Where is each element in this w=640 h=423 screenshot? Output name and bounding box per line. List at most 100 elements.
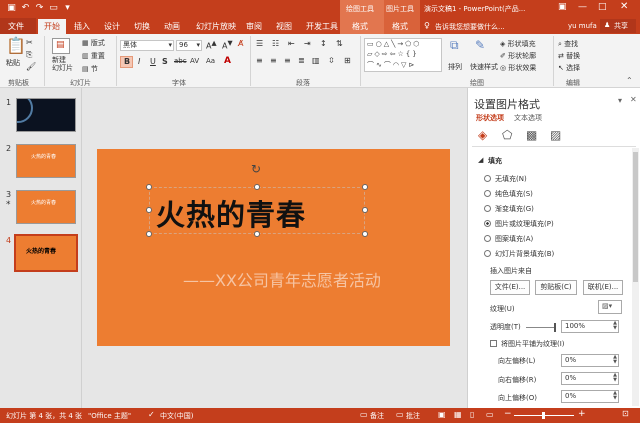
undo-icon[interactable]: ↶	[20, 3, 31, 14]
align-right-icon[interactable]: ≡	[284, 56, 291, 65]
reading-view-icon[interactable]: ▯	[470, 410, 474, 419]
tab-home[interactable]: 开始	[38, 19, 66, 34]
new-slide-button[interactable]: ▤	[52, 38, 70, 54]
slide-sorter-icon[interactable]: ▦	[454, 410, 462, 419]
resize-handle[interactable]	[254, 231, 260, 237]
clipboard-button[interactable]: 剪贴板(C)	[535, 280, 577, 295]
cut-icon[interactable]: ✂	[26, 38, 33, 47]
shapes-gallery[interactable]: ▭○△╲→⬠⬡ ▱◇⇨⇦☆{} ⌒∿⌒◠▽⊳	[364, 38, 442, 72]
tab-slideshow[interactable]: 幻灯片放映	[196, 21, 236, 32]
redo-icon[interactable]: ↷	[34, 3, 45, 14]
shape-fill-button[interactable]: ◈ 形状填充	[500, 39, 536, 49]
reset-button[interactable]: ▥ 重置	[82, 51, 105, 61]
maximize-icon[interactable]: □	[598, 2, 607, 12]
zoom-in-icon[interactable]: +	[578, 409, 586, 419]
fill-section-header[interactable]: 填充	[488, 156, 502, 166]
texture-picker[interactable]: ▨▾	[598, 300, 622, 314]
spinner-arrows-icon[interactable]: ▲ ▼	[613, 373, 617, 383]
spinner-arrows-icon[interactable]: ▲ ▼	[613, 321, 617, 331]
slider-thumb[interactable]	[554, 323, 556, 332]
tab-format-drawing[interactable]: 格式	[340, 18, 384, 34]
spinner-arrows-icon[interactable]: ▲ ▼	[613, 355, 617, 365]
slide-subtitle[interactable]: ——XX公司青年志愿者活动	[183, 267, 381, 291]
resize-handle[interactable]	[362, 231, 368, 237]
change-case-button[interactable]: Aa	[206, 57, 215, 65]
resize-handle[interactable]	[362, 207, 368, 213]
copy-icon[interactable]: ⎘	[26, 50, 32, 60]
tell-me-input[interactable]: 告诉我您想要做什么...	[435, 22, 505, 32]
tab-developer[interactable]: 开发工具	[306, 21, 338, 32]
resize-handle[interactable]	[146, 207, 152, 213]
justify-icon[interactable]: ≣	[298, 56, 305, 65]
increase-indent-icon[interactable]: ⇥	[304, 39, 311, 48]
slide-thumbnail-3[interactable]: 火热的青春	[16, 190, 76, 224]
underline-button[interactable]: U	[150, 57, 156, 66]
offset-left-input[interactable]: 0% ▲ ▼	[561, 354, 619, 367]
find-button[interactable]: ⌕ 查找	[558, 39, 578, 49]
italic-button[interactable]: I	[138, 57, 140, 66]
grow-font-icon[interactable]: A▲	[206, 39, 217, 51]
spellcheck-icon[interactable]: ✓	[148, 410, 155, 419]
tab-view[interactable]: 视图	[276, 21, 292, 32]
quick-styles-button[interactable]: ✎	[472, 38, 494, 62]
comments-button[interactable]: 批注	[406, 411, 420, 421]
bullets-icon[interactable]: ☰	[256, 39, 263, 48]
tab-text-options[interactable]: 文本选项	[514, 113, 542, 123]
rotate-handle-icon[interactable]: ↻	[251, 162, 261, 176]
save-icon[interactable]: ▣	[6, 3, 17, 14]
shadow-button[interactable]: S	[162, 57, 168, 66]
user-name[interactable]: yu mufa	[568, 22, 597, 30]
strikethrough-button[interactable]: abc	[174, 57, 187, 65]
numbering-icon[interactable]: ☷	[272, 39, 279, 48]
columns-icon[interactable]: ▥	[312, 56, 320, 65]
zoom-slider[interactable]	[514, 412, 574, 419]
current-slide[interactable]: 火热的青春 ↻ ——XX公司青年志愿者活动	[97, 149, 450, 346]
radio-pattern-fill[interactable]: 图案填充(A)	[484, 234, 533, 244]
ribbon-display-icon[interactable]: ▣	[558, 2, 567, 12]
tab-transitions[interactable]: 切换	[134, 21, 150, 32]
line-spacing-icon[interactable]: ↕	[320, 39, 327, 48]
replace-button[interactable]: ⇄ 替换	[558, 51, 580, 61]
close-icon[interactable]: ✕	[620, 1, 628, 12]
resize-handle[interactable]	[362, 184, 368, 190]
smartart-icon[interactable]: ⊞	[344, 56, 351, 65]
fill-line-icon[interactable]: ◈	[478, 128, 487, 142]
radio-picture-fill[interactable]: 图片或纹理填充(P)	[484, 219, 554, 229]
customize-qat-icon[interactable]: ▾	[62, 3, 73, 14]
file-button[interactable]: 文件(E)...	[490, 280, 530, 295]
spinner-arrows-icon[interactable]: ▲ ▼	[613, 391, 617, 401]
tab-insert[interactable]: 插入	[74, 21, 90, 32]
tab-design[interactable]: 设计	[104, 21, 120, 32]
offset-right-input[interactable]: 0% ▲ ▼	[561, 372, 619, 385]
scrollbar-thumb[interactable]	[633, 152, 638, 282]
notes-button[interactable]: 备注	[370, 411, 384, 421]
size-properties-icon[interactable]: ▩	[526, 128, 537, 142]
section-button[interactable]: ▤ 节	[82, 64, 98, 74]
title-textbox[interactable]: 火热的青春	[149, 187, 365, 234]
radio-gradient-fill[interactable]: 渐变填充(G)	[484, 204, 534, 214]
online-button[interactable]: 联机(E)...	[583, 280, 623, 295]
shrink-font-icon[interactable]: A▼	[222, 39, 233, 51]
char-spacing-button[interactable]: AV	[190, 57, 199, 65]
align-text-icon[interactable]: ⇳	[328, 56, 335, 65]
format-painter-icon[interactable]: 🖌	[26, 62, 36, 71]
slide-thumbnail-2[interactable]: 火热的青春	[16, 144, 76, 178]
tab-file[interactable]: 文件	[0, 18, 36, 34]
layout-button[interactable]: ▦ 版式	[82, 38, 105, 48]
shape-outline-button[interactable]: ✐ 形状轮廓	[500, 51, 536, 61]
tab-shape-options[interactable]: 形状选项	[476, 113, 504, 123]
tab-review[interactable]: 审阅	[246, 21, 262, 32]
clear-format-icon[interactable]: A̸	[238, 39, 243, 48]
radio-no-fill[interactable]: 无填充(N)	[484, 174, 527, 184]
text-direction-icon[interactable]: ⇅	[336, 39, 343, 48]
minimize-icon[interactable]: —	[578, 2, 587, 12]
resize-handle[interactable]	[146, 184, 152, 190]
pane-options-icon[interactable]: ▾	[618, 96, 622, 105]
pane-scrollbar[interactable]	[632, 148, 639, 406]
align-center-icon[interactable]: ≡	[270, 56, 277, 65]
align-left-icon[interactable]: ≡	[256, 56, 263, 65]
slideshow-view-icon[interactable]: ▭	[486, 410, 494, 419]
slide-thumbnail-1[interactable]	[16, 98, 76, 132]
resize-handle[interactable]	[146, 231, 152, 237]
language-indicator[interactable]: 中文(中国)	[160, 411, 193, 421]
